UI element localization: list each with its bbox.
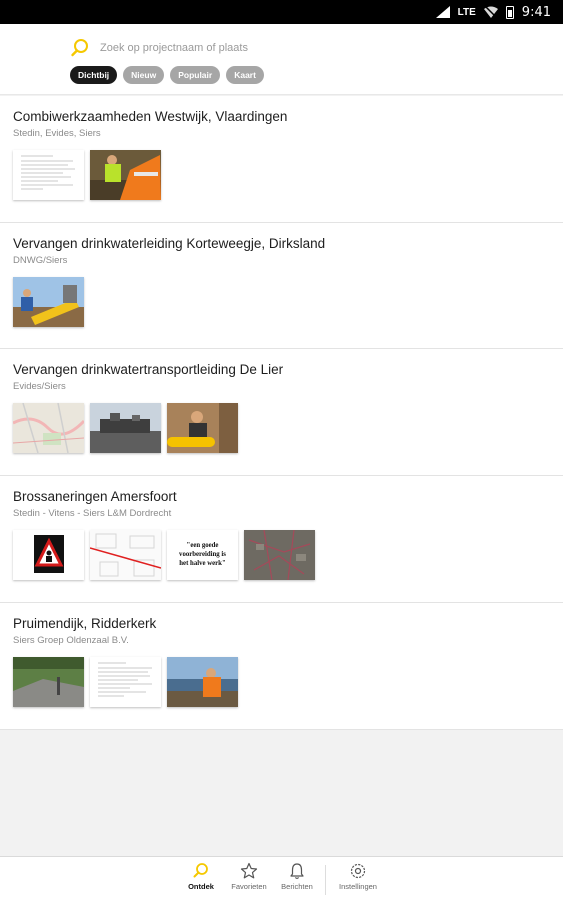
map-thumbnail[interactable] — [90, 530, 161, 580]
clock: 9:41 — [521, 4, 551, 20]
status-bar: LTE 9:41 — [0, 0, 563, 24]
svg-text:"een goede: "een goede — [187, 542, 219, 549]
project-thumbnails: "een goede voorbereiding is het halve we… — [13, 526, 550, 602]
project-thumbnails — [13, 399, 550, 475]
nav-label: Ontdek — [188, 882, 214, 891]
project-thumbnails — [13, 653, 550, 729]
document-thumbnail[interactable] — [13, 150, 84, 200]
satellite-map-thumbnail[interactable] — [244, 530, 315, 580]
filter-chip-kaart[interactable]: Kaart — [226, 66, 264, 84]
nav-tab-ontdek[interactable]: Ontdek — [179, 862, 223, 891]
bottom-navigation: Ontdek Favorieten Berichten Instellingen — [0, 856, 563, 900]
svg-text:het halve werk": het halve werk" — [179, 560, 226, 567]
project-card[interactable]: Pruimendijk, Ridderkerk Siers Groep Olde… — [0, 603, 563, 730]
nav-tab-instellingen[interactable]: Instellingen — [332, 862, 384, 891]
bell-icon — [290, 863, 304, 879]
search-icon — [71, 39, 88, 57]
map-thumbnail[interactable] — [13, 403, 84, 453]
project-card[interactable]: Vervangen drinkwaterleiding Korteweegje,… — [0, 223, 563, 349]
project-subtitle: Stedin, Evides, Siers — [13, 128, 101, 139]
photo-thumbnail[interactable] — [167, 657, 238, 707]
project-subtitle: Evides/Siers — [13, 381, 66, 392]
project-title: Vervangen drinkwaterleiding Korteweegje,… — [13, 236, 326, 251]
wifi-icon — [483, 6, 498, 18]
filter-chips: Dichtbij Nieuw Populair Kaart — [70, 66, 264, 84]
photo-thumbnail[interactable] — [90, 403, 161, 453]
project-card[interactable]: Combiwerkzaamheden Westwijk, Vlaardingen… — [0, 96, 563, 223]
signal-icon — [435, 6, 450, 18]
project-subtitle: DNWG/Siers — [13, 255, 68, 266]
project-title: Vervangen drinkwatertransportleiding De … — [13, 362, 284, 377]
svg-text:voorbereiding is: voorbereiding is — [179, 551, 226, 558]
filter-chip-populair[interactable]: Populair — [170, 66, 221, 84]
project-list: Combiwerkzaamheden Westwijk, Vlaardingen… — [0, 96, 563, 730]
nav-label: Berichten — [281, 882, 313, 891]
project-title: Pruimendijk, Ridderkerk — [13, 616, 157, 631]
star-icon — [240, 862, 258, 879]
search-bar — [70, 38, 400, 58]
search-input[interactable] — [100, 42, 400, 54]
nav-label: Instellingen — [339, 882, 377, 891]
nav-label: Favorieten — [231, 882, 267, 891]
project-thumbnails — [13, 146, 550, 222]
document-thumbnail[interactable] — [90, 657, 161, 707]
project-subtitle: Stedin - Vitens - Siers L&M Dordrecht — [13, 508, 172, 519]
roadwork-sign-thumbnail[interactable] — [13, 530, 84, 580]
network-type: LTE — [457, 6, 476, 18]
nav-tab-favorieten[interactable]: Favorieten — [223, 862, 275, 891]
search-icon — [193, 863, 208, 878]
gear-icon — [350, 863, 366, 879]
nav-divider — [325, 865, 326, 895]
photo-thumbnail[interactable] — [167, 403, 238, 453]
filter-chip-dichtbij[interactable]: Dichtbij — [70, 66, 118, 84]
project-thumbnails — [13, 273, 550, 349]
filter-chip-nieuw[interactable]: Nieuw — [123, 66, 165, 84]
quote-thumbnail[interactable]: "een goede voorbereiding is het halve we… — [167, 530, 238, 580]
battery-icon — [505, 5, 514, 19]
nav-tab-berichten[interactable]: Berichten — [275, 862, 319, 891]
photo-thumbnail[interactable] — [13, 657, 84, 707]
search-header: Dichtbij Nieuw Populair Kaart — [0, 24, 563, 95]
project-card[interactable]: Vervangen drinkwatertransportleiding De … — [0, 349, 563, 476]
project-subtitle: Siers Groep Oldenzaal B.V. — [13, 635, 129, 646]
project-card[interactable]: Brossaneringen Amersfoort Stedin - Viten… — [0, 476, 563, 603]
photo-thumbnail[interactable] — [90, 150, 161, 200]
photo-thumbnail[interactable] — [13, 277, 84, 327]
project-title: Brossaneringen Amersfoort — [13, 489, 177, 504]
project-title: Combiwerkzaamheden Westwijk, Vlaardingen — [13, 109, 288, 124]
